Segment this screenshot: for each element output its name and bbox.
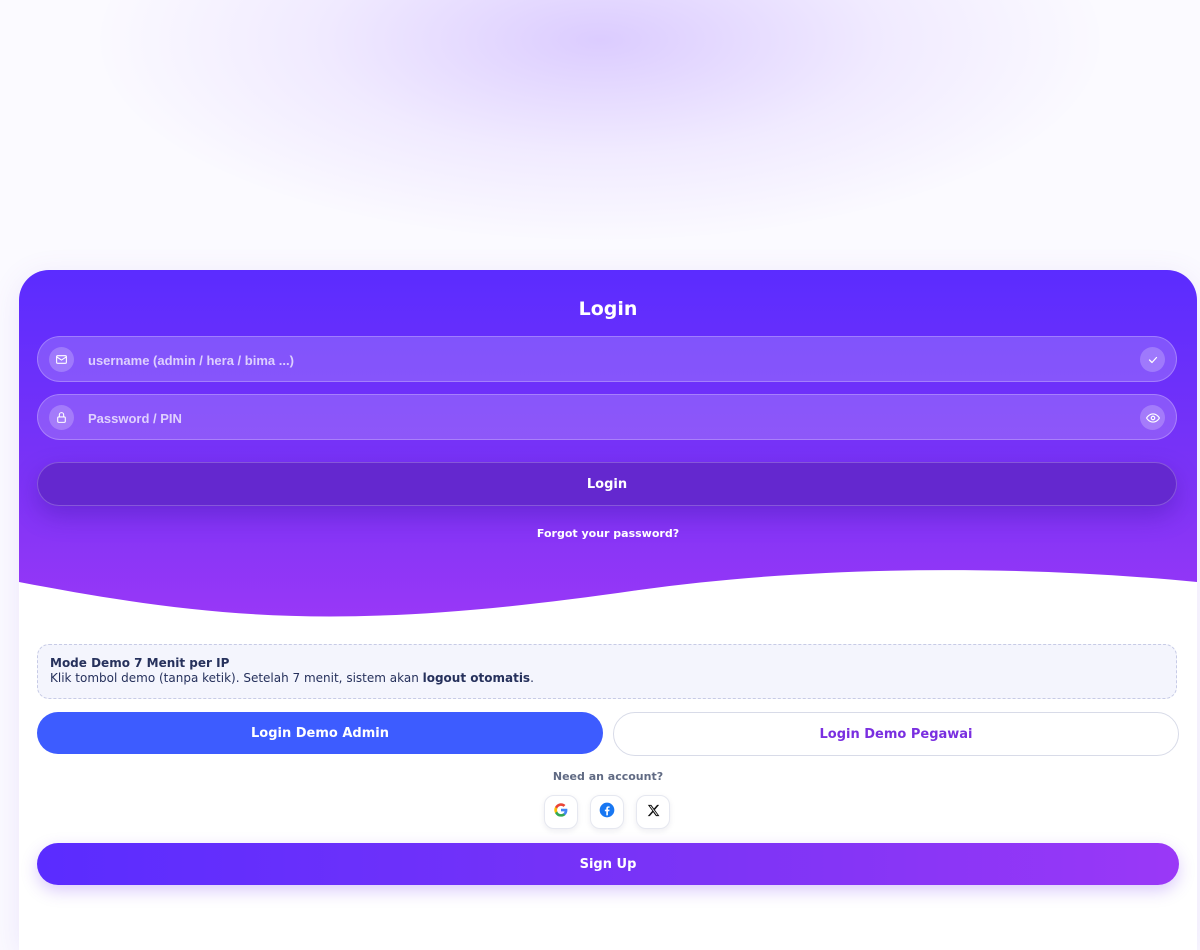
- sign-up-button[interactable]: Sign Up: [37, 843, 1179, 885]
- demo-info-box: Mode Demo 7 Menit per IP Klik tombol dem…: [37, 644, 1177, 699]
- background-glow: [100, 0, 1100, 240]
- facebook-icon: [599, 802, 615, 822]
- wave-divider: [19, 570, 1197, 640]
- password-field[interactable]: [37, 394, 1177, 441]
- demo-heading: Mode Demo 7 Menit per IP: [50, 656, 230, 670]
- login-demo-pegawai-button[interactable]: Login Demo Pegawai: [613, 712, 1179, 756]
- x-button[interactable]: [636, 795, 670, 829]
- forgot-password-link[interactable]: Forgot your password?: [19, 527, 1197, 540]
- facebook-button[interactable]: [590, 795, 624, 829]
- demo-text-after: .: [530, 671, 534, 685]
- need-account-text: Need an account?: [552, 770, 664, 783]
- eye-icon[interactable]: [1140, 405, 1165, 430]
- login-button[interactable]: Login: [37, 462, 1177, 506]
- username-input[interactable]: [86, 337, 1130, 383]
- demo-text-before: Klik tombol demo (tanpa ketik). Setelah …: [50, 671, 423, 685]
- check-icon: [1140, 347, 1165, 372]
- login-card: Login Login Forgot your password? Mode: [19, 270, 1197, 950]
- login-title: Login: [578, 298, 638, 320]
- username-field[interactable]: [37, 336, 1177, 383]
- x-icon: [646, 803, 661, 822]
- google-button[interactable]: [544, 795, 578, 829]
- demo-text-bold: logout otomatis: [422, 671, 531, 685]
- login-demo-admin-button[interactable]: Login Demo Admin: [37, 712, 603, 754]
- password-input[interactable]: [86, 395, 1130, 441]
- mail-icon: [49, 347, 74, 372]
- demo-description: Klik tombol demo (tanpa ketik). Setelah …: [50, 671, 1164, 686]
- lock-icon: [49, 405, 74, 430]
- google-icon: [553, 802, 569, 822]
